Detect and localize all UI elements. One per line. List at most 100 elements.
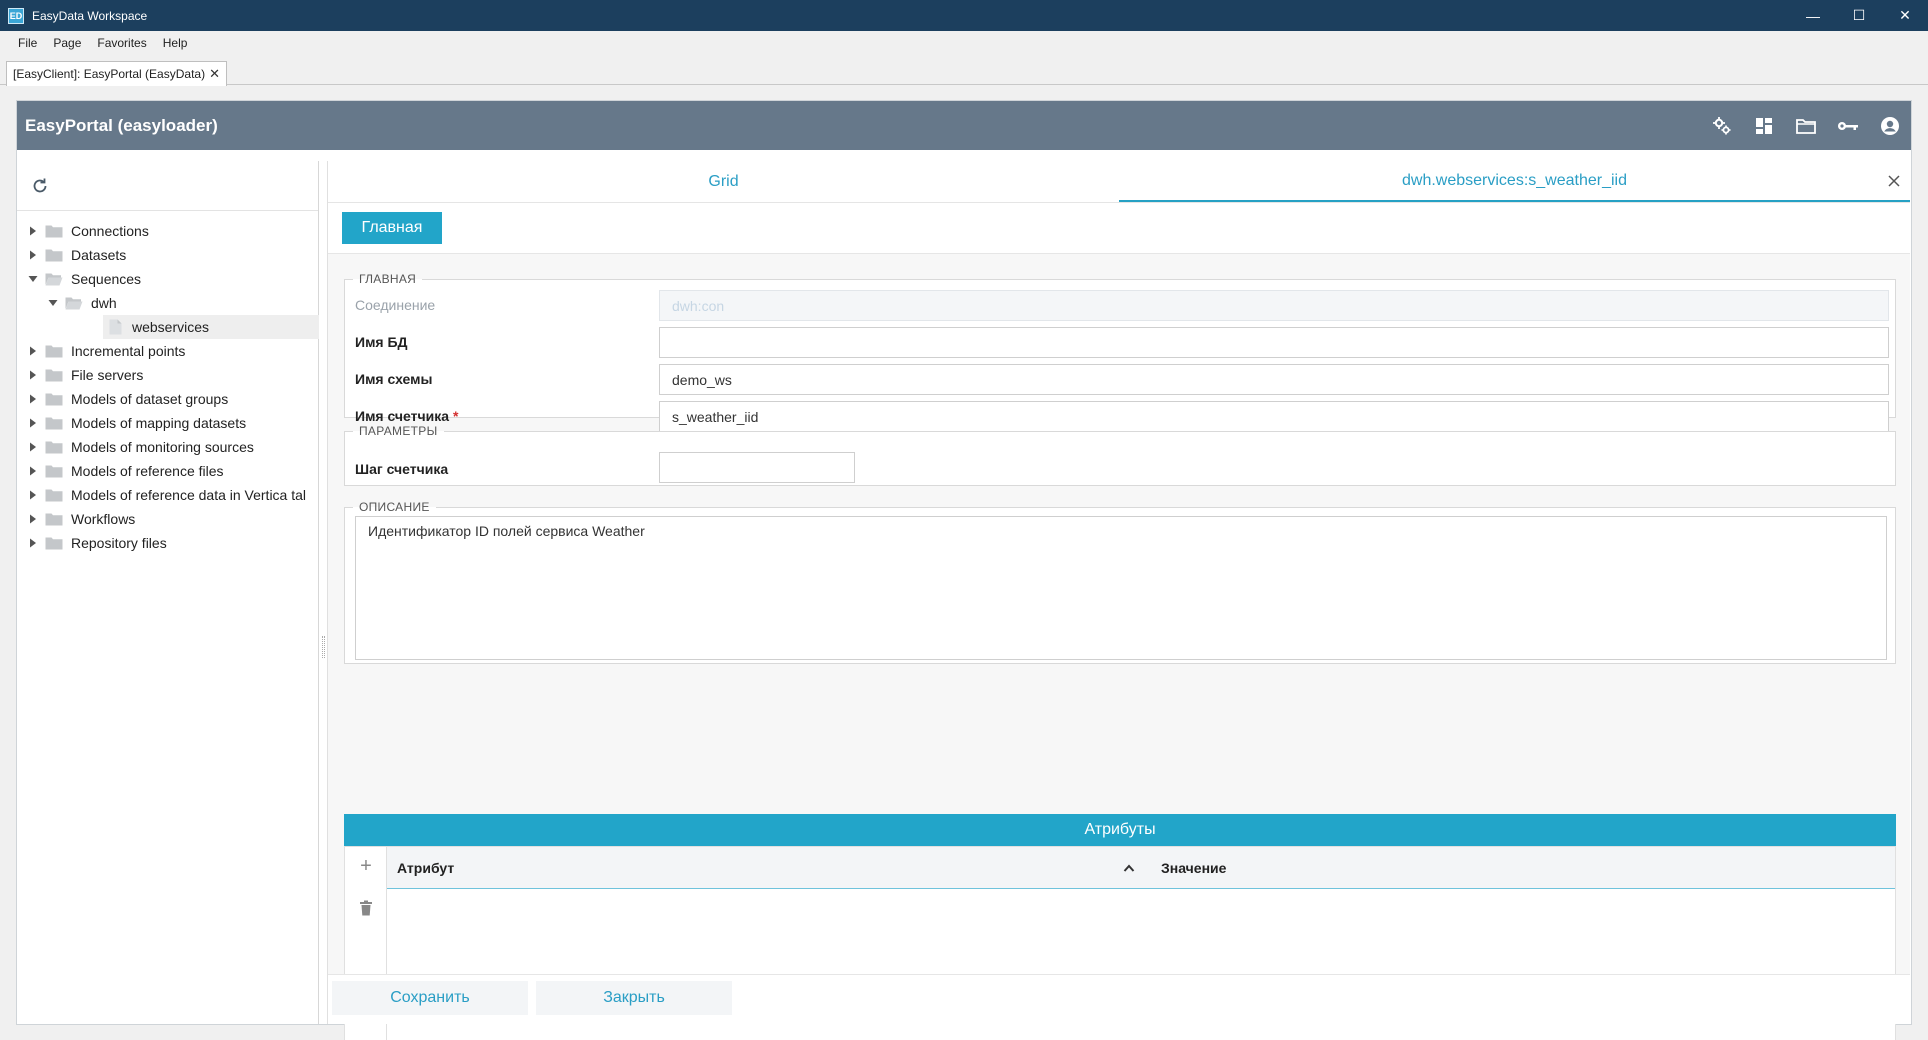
portal-frame: EasyPortal (easyloader) Connections Data…	[16, 100, 1912, 1040]
chevron-right-icon[interactable]	[27, 441, 39, 453]
chevron-right-icon[interactable]	[27, 345, 39, 357]
close-button[interactable]: Закрыть	[536, 981, 732, 1015]
add-attribute-button[interactable]: +	[357, 854, 375, 877]
chevron-down-icon[interactable]	[47, 297, 59, 309]
maximize-button[interactable]: ☐	[1836, 0, 1882, 31]
tree-node[interactable]: Models of mapping datasets	[17, 411, 318, 435]
tree-node-label: webservices	[132, 319, 210, 335]
tab-sequence[interactable]: dwh.webservices:s_weather_iid	[1119, 161, 1910, 202]
account-icon[interactable]	[1879, 115, 1901, 137]
tree-node[interactable]: Connections	[17, 219, 318, 243]
file-icon	[109, 319, 122, 335]
column-attribute-label: Атрибут	[397, 860, 455, 876]
menu-page[interactable]: Page	[45, 31, 89, 55]
sort-asc-icon[interactable]	[1123, 847, 1135, 889]
tree-node[interactable]: Models of reference files	[17, 459, 318, 483]
folder-icon	[45, 368, 63, 382]
column-header-value[interactable]: Значение	[1161, 847, 1226, 889]
folder-icon	[45, 464, 63, 478]
window-close-button[interactable]: ✕	[1882, 0, 1928, 31]
main-section-button[interactable]: Главная	[342, 212, 442, 244]
dashboard-icon[interactable]	[1753, 115, 1775, 137]
folder-icon	[45, 272, 63, 286]
refresh-icon[interactable]	[31, 177, 49, 195]
tab-grid[interactable]: Grid	[328, 161, 1119, 202]
menu-file[interactable]: File	[10, 31, 45, 55]
column-value-label: Значение	[1161, 860, 1227, 876]
tab-sequence-label: dwh.webservices:s_weather_iid	[1402, 171, 1627, 189]
form-area: ГЛАВНАЯ Соединение dwh:con Имя БД Имя сх…	[328, 253, 1910, 1040]
tree-node[interactable]: Workflows	[17, 507, 318, 531]
chevron-right-icon[interactable]	[27, 249, 39, 261]
counter-name-label-text: Имя счетчика	[355, 408, 450, 424]
tree-node-label: Models of monitoring sources	[71, 439, 254, 455]
chevron-right-icon[interactable]	[27, 537, 39, 549]
tree-node[interactable]: Incremental points	[17, 339, 318, 363]
tree-node-label: Workflows	[71, 511, 136, 527]
chevron-right-icon[interactable]	[27, 393, 39, 405]
portal-toolbar	[1711, 101, 1901, 150]
window-controls: — ☐ ✕	[1790, 0, 1928, 31]
chevron-right-icon[interactable]	[27, 225, 39, 237]
connection-field: dwh:con	[659, 290, 1889, 321]
tree-node[interactable]: Sequences	[17, 267, 318, 291]
editor-tabs: Grid dwh.webservices:s_weather_iid	[328, 161, 1910, 203]
tree-node[interactable]: Models of dataset groups	[17, 387, 318, 411]
action-bar: Сохранить Закрыть	[328, 974, 1910, 1024]
description-group-legend: ОПИСАНИЕ	[359, 500, 430, 514]
chevron-right-icon[interactable]	[27, 417, 39, 429]
navigation-tree-panel: Connections Datasets Sequences dwh webservic…	[17, 161, 319, 1024]
settings-icon[interactable]	[1711, 115, 1733, 137]
tree-node-label: Sequences	[71, 271, 142, 287]
chevron-right-icon[interactable]	[27, 369, 39, 381]
close-icon[interactable]	[1886, 173, 1902, 189]
tree-node-label: dwh	[91, 295, 117, 311]
tree-node[interactable]: webservices	[103, 315, 319, 339]
folder-icon	[45, 344, 63, 358]
tree-node[interactable]: Datasets	[17, 243, 318, 267]
connection-label: Соединение	[355, 297, 436, 313]
trash-icon	[360, 900, 372, 916]
menu-favorites[interactable]: Favorites	[89, 31, 154, 55]
schema-name-label: Имя схемы	[355, 371, 433, 387]
portal-title: EasyPortal (easyloader)	[25, 115, 218, 135]
window-titlebar: ED EasyData Workspace — ☐ ✕	[0, 0, 1928, 31]
counter-step-input[interactable]	[659, 452, 855, 483]
folder-icon	[65, 296, 83, 310]
chevron-right-icon[interactable]	[27, 489, 39, 501]
chevron-down-icon[interactable]	[27, 273, 39, 285]
document-tabbar: [EasyClient]: EasyPortal (EasyData) ✕	[0, 55, 1928, 86]
chevron-right-icon[interactable]	[27, 465, 39, 477]
key-icon[interactable]	[1837, 115, 1859, 137]
schema-name-input[interactable]: demo_ws	[659, 364, 1889, 395]
navigation-tree: Connections Datasets Sequences dwh webservic…	[17, 211, 319, 555]
tree-node[interactable]: Models of reference data in Vertica tal	[17, 483, 318, 507]
plus-icon: +	[360, 854, 372, 877]
required-marker: *	[453, 408, 459, 424]
db-name-input[interactable]	[659, 327, 1889, 358]
delete-attribute-button[interactable]	[357, 899, 375, 917]
column-header-attribute[interactable]: Атрибут	[397, 847, 454, 889]
tree-node-label: Models of dataset groups	[71, 391, 229, 407]
chevron-right-icon[interactable]	[27, 513, 39, 525]
window-title: EasyData Workspace	[32, 8, 148, 23]
tree-node[interactable]: Models of monitoring sources	[17, 435, 318, 459]
folder-icon	[45, 248, 63, 262]
minimize-button[interactable]: —	[1790, 0, 1836, 31]
folder-icon[interactable]	[1795, 115, 1817, 137]
document-tab-close-icon[interactable]: ✕	[209, 66, 220, 82]
folder-icon	[45, 488, 63, 502]
menu-help[interactable]: Help	[155, 31, 196, 55]
save-button[interactable]: Сохранить	[332, 981, 528, 1015]
tree-node-label: Models of mapping datasets	[71, 415, 247, 431]
tree-node[interactable]: dwh	[17, 291, 318, 315]
description-textarea[interactable]: Идентификатор ID полей сервиса Weather	[355, 516, 1887, 660]
document-tab[interactable]: [EasyClient]: EasyPortal (EasyData) ✕	[6, 61, 227, 86]
tab-grid-label: Grid	[708, 172, 739, 190]
tree-node[interactable]: File servers	[17, 363, 318, 387]
params-group-legend: ПАРАМЕТРЫ	[359, 424, 438, 438]
tree-node[interactable]: Repository files	[17, 531, 318, 555]
tree-node-label: Connections	[71, 223, 149, 239]
splitter-grip[interactable]	[322, 636, 325, 658]
close-icon: ✕	[1899, 7, 1911, 23]
